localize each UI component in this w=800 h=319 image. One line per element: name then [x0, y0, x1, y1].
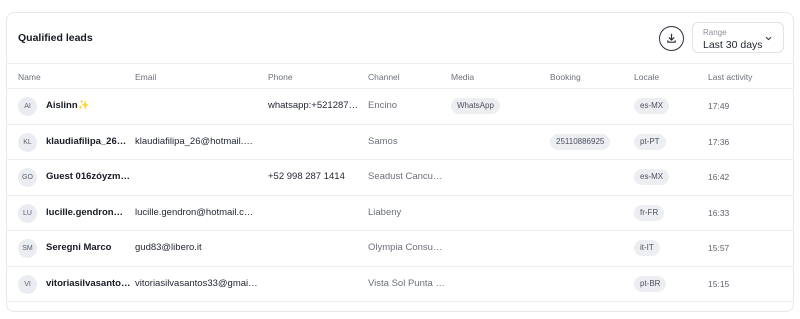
avatar: GO	[18, 168, 37, 187]
last-activity: 15:57	[708, 243, 730, 253]
locale-badge: it-IT	[634, 240, 660, 256]
lead-channel: Seadust Cancu…	[368, 171, 443, 182]
last-activity: 17:36	[708, 136, 730, 147]
avatar: KL	[18, 132, 37, 152]
lead-email: lucille.gendron@hotmail.c…	[135, 206, 254, 218]
lead-channel: Encino	[368, 100, 398, 111]
card-title: Qualified leads	[18, 32, 93, 44]
locale-badge: pt-PT	[634, 133, 666, 150]
avatar: AI	[18, 97, 37, 116]
lead-phone: whatsapp:+521287…	[268, 100, 359, 111]
leads-table: Name Email Phone Channel Media Booking L…	[7, 63, 793, 302]
lead-phone: +52 998 287 1414	[268, 171, 345, 182]
range-select[interactable]: Range Last 30 days	[692, 22, 784, 53]
column-header-last-activity[interactable]: Last activity	[708, 72, 752, 82]
lead-channel: Vista Sol Punta …	[368, 277, 445, 289]
locale-badge: fr-FR	[634, 204, 665, 221]
lead-name: Guest 016zóyzm…	[46, 171, 130, 182]
booking-badge: 25110886925	[550, 133, 611, 150]
column-header-booking[interactable]: Booking	[550, 72, 581, 82]
chevron-down-icon	[765, 36, 772, 41]
table-row[interactable]: LU lucille.gendron… lucille.gendron@hotm…	[7, 196, 793, 231]
last-activity: 15:15	[708, 278, 730, 289]
avatar: VI	[18, 274, 37, 294]
column-header-phone[interactable]: Phone	[268, 72, 293, 82]
lead-name: vitoriasilvasanto…	[46, 277, 131, 289]
table-row[interactable]: GO Guest 016zóyzm… +52 998 287 1414 Sead…	[7, 160, 793, 196]
column-header-email[interactable]: Email	[135, 72, 156, 82]
lead-name: Aislinn✨	[46, 100, 90, 111]
card-header: Qualified leads Range Last 30 days	[7, 13, 793, 63]
lead-email: vitoriasilvasantos33@gmai…	[135, 277, 258, 289]
lead-name: Seregni Marco	[46, 242, 112, 253]
column-header-name[interactable]: Name	[18, 72, 41, 82]
avatar: LU	[18, 203, 37, 223]
lead-name: klaudiafilipa_26…	[46, 135, 127, 147]
table-header: Name Email Phone Channel Media Booking L…	[7, 63, 793, 89]
table-row[interactable]: SM Seregni Marco gud83@libero.it Olympia…	[7, 231, 793, 267]
last-activity: 16:33	[708, 207, 730, 218]
last-activity: 17:49	[708, 101, 730, 111]
table-row[interactable]: VI vitoriasilvasanto… vitoriasilvasantos…	[7, 267, 793, 302]
qualified-leads-card: Qualified leads Range Last 30 days Name …	[6, 12, 794, 312]
lead-channel: Samos	[368, 135, 398, 147]
lead-channel: Olympia Consu…	[368, 242, 443, 253]
last-activity: 16:42	[708, 172, 730, 182]
locale-badge: pt-BR	[634, 275, 667, 292]
range-label: Range	[703, 28, 727, 37]
avatar: SM	[18, 239, 37, 258]
column-header-media[interactable]: Media	[451, 72, 474, 82]
lead-email: gud83@libero.it	[135, 242, 202, 253]
range-value: Last 30 days	[703, 39, 763, 51]
lead-email: klaudiafilipa_26@hotmail.…	[135, 135, 253, 147]
column-header-channel[interactable]: Channel	[368, 72, 400, 82]
download-button[interactable]	[659, 26, 684, 51]
lead-name: lucille.gendron…	[46, 206, 124, 218]
column-header-locale[interactable]: Locale	[634, 72, 659, 82]
table-row[interactable]: KL klaudiafilipa_26… klaudiafilipa_26@ho…	[7, 125, 793, 160]
download-icon	[667, 33, 676, 43]
locale-badge: es-MX	[634, 98, 670, 114]
locale-badge: es-MX	[634, 169, 670, 185]
lead-channel: Liabeny	[368, 206, 402, 218]
media-badge: WhatsApp	[451, 98, 500, 114]
table-row[interactable]: AI Aislinn✨ whatsapp:+521287… Encino Wha…	[7, 89, 793, 125]
